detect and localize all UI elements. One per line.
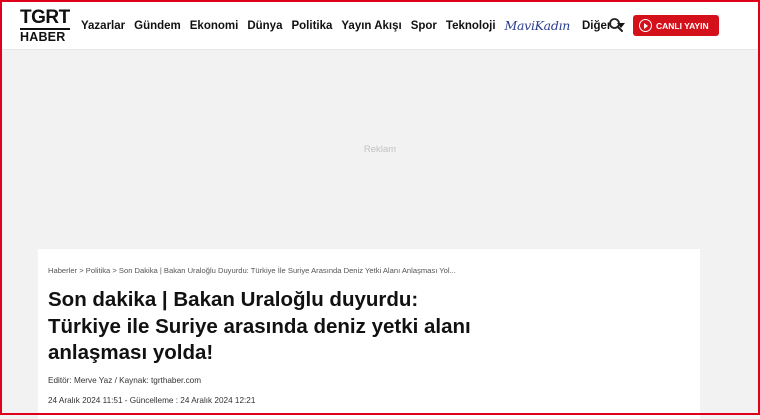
- article-card: Haberler > Politika > Son Dakika | Bakan…: [38, 249, 700, 419]
- site-header: TGRT HABER Yazarlar Gündem Ekonomi Dünya…: [2, 2, 758, 50]
- nav-item-spor[interactable]: Spor: [411, 20, 437, 32]
- ad-placeholder-label: Reklam: [363, 144, 397, 155]
- main-nav: Yazarlar Gündem Ekonomi Dünya Politika Y…: [81, 2, 626, 49]
- article-editor-source: Editör: Merve Yaz / Kaynak: tgrthaber.co…: [48, 376, 202, 385]
- nav-item-dunya[interactable]: Dünya: [247, 20, 282, 32]
- search-icon: [609, 18, 623, 32]
- nav-item-teknoloji[interactable]: Teknoloji: [446, 20, 496, 32]
- nav-item-yazarlar[interactable]: Yazarlar: [81, 20, 125, 32]
- tgrt-haber-logo[interactable]: TGRT HABER: [20, 8, 72, 44]
- logo-text-top: TGRT: [20, 7, 70, 28]
- nav-item-politika[interactable]: Politika: [291, 20, 332, 32]
- article-dates: 24 Aralık 2024 11:51 - Güncelleme : 24 A…: [48, 396, 256, 405]
- nav-item-mavikadin[interactable]: MaviKadın: [505, 18, 571, 33]
- breadcrumb[interactable]: Haberler > Politika > Son Dakika | Bakan…: [48, 266, 648, 275]
- article-title: Son dakika | Bakan Uraloğlu duyurdu: Tür…: [48, 288, 471, 364]
- live-broadcast-button[interactable]: CANLI YAYIN: [633, 15, 719, 36]
- search-button[interactable]: [608, 17, 624, 33]
- nav-item-gundem[interactable]: Gündem: [134, 20, 181, 32]
- nav-item-yayin-akisi[interactable]: Yayın Akışı: [341, 20, 401, 32]
- nav-item-ekonomi[interactable]: Ekonomi: [190, 20, 239, 32]
- nav-more-label: Diğer: [581, 19, 612, 32]
- logo-text-bottom: HABER: [20, 30, 66, 44]
- play-circle-icon: [639, 19, 652, 32]
- live-button-label: CANLI YAYIN: [656, 20, 709, 31]
